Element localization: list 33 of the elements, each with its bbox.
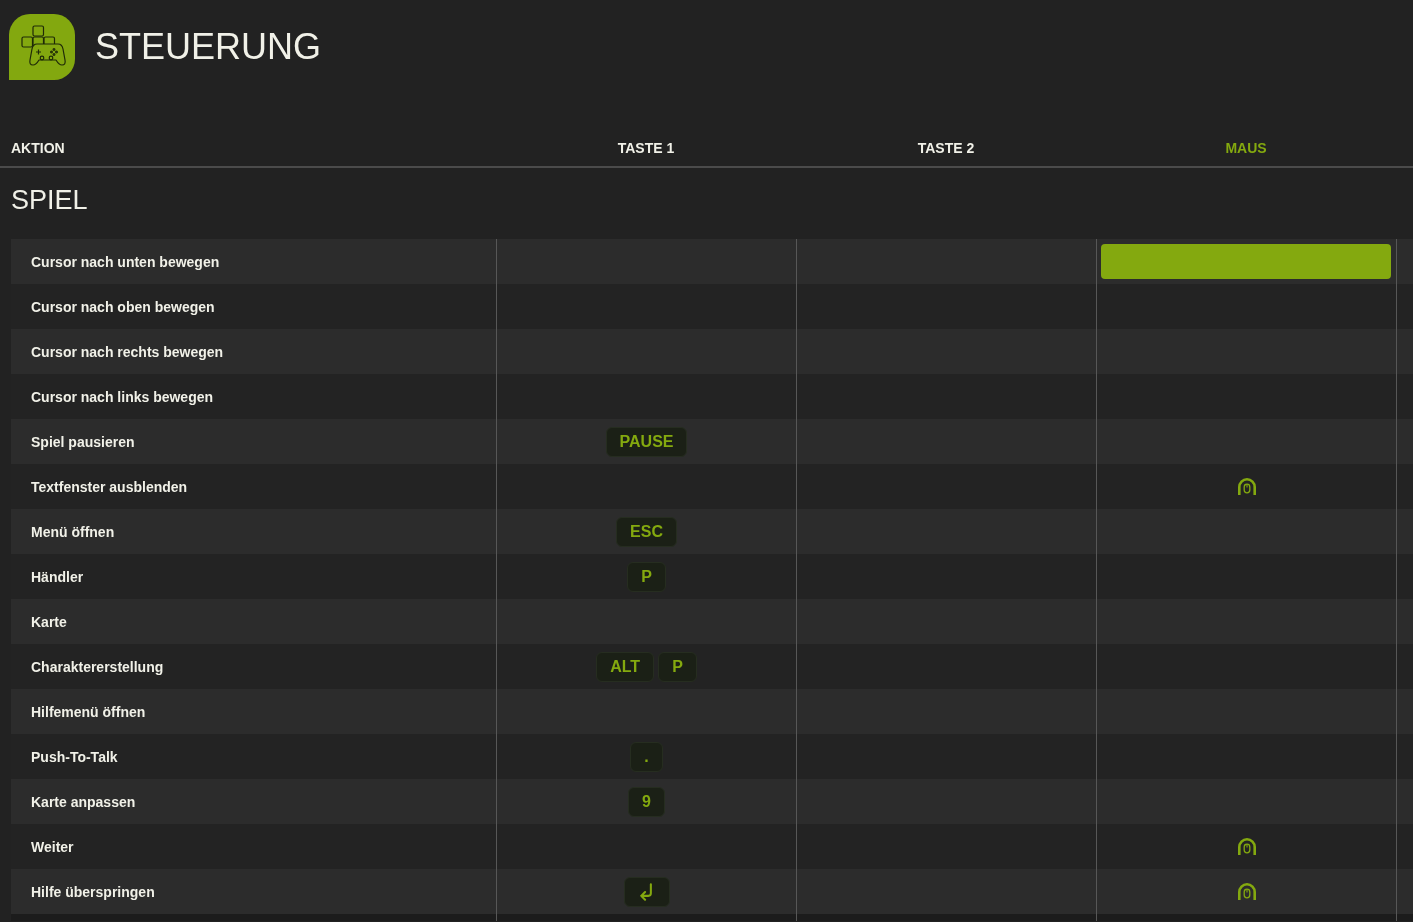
action-label: Karte [30,613,68,630]
key-cap: ESC [616,516,677,547]
column-header: AKTION [11,140,65,156]
key-cap: PAUSE [605,426,688,457]
key-cap: 9 [628,786,665,817]
action-label: Cursor nach unten bewegen [30,253,221,270]
action-label: Hilfe überspringen [30,883,156,900]
page-title: STEUERUNG [95,27,322,67]
column-header: TASTE 1 [617,140,675,156]
mouse-icon [1236,882,1257,901]
column-header: MAUS [1225,140,1267,156]
key-cap: . [630,741,663,772]
action-label: Karte anpassen [30,793,137,810]
action-label: Cursor nach links bewegen [30,388,215,405]
action-label: Menü öffnen [30,523,116,540]
action-label: Händler [30,568,85,585]
action-label: Cursor nach rechts bewegen [30,343,225,360]
action-label: Hilfemenü öffnen [30,703,147,720]
mouse-icon [1236,837,1257,856]
gamepad-icon [9,14,75,80]
key-cap: P [658,651,697,682]
action-label: Textfenster ausblenden [30,478,189,495]
action-label: Spiel pausieren [30,433,136,450]
column-header: TASTE 2 [917,140,975,156]
key-cap: ALT [596,651,655,682]
action-label: Charaktererstellung [30,658,165,675]
key-cap: P [627,561,666,592]
selected-binding-slot[interactable] [1101,244,1391,279]
mouse-icon [1236,477,1257,496]
section-title: SPIEL [11,185,88,215]
action-label: Weiter [30,838,75,855]
action-label: Cursor nach oben bewegen [30,298,216,315]
action-label: Push-To-Talk [30,748,119,765]
